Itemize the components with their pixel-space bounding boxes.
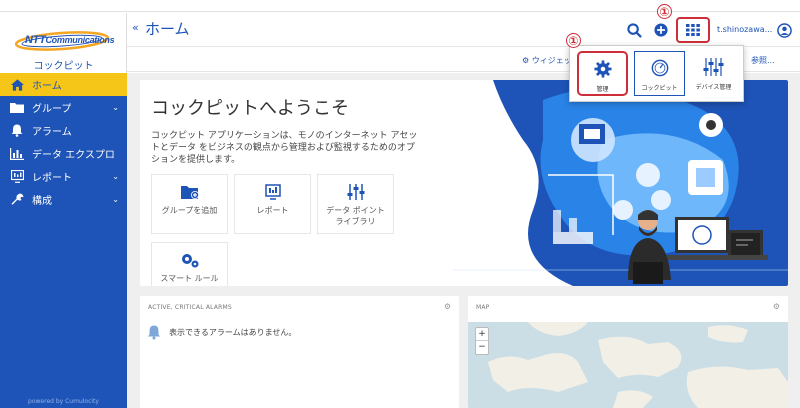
- zoom-in-button[interactable]: +: [476, 328, 488, 341]
- bell-icon: [148, 325, 160, 340]
- app-label: コックピット: [641, 85, 678, 92]
- chevron-down-icon: ⌄: [112, 172, 119, 181]
- add-widget-link[interactable]: ⚙ ウィジェッ: [522, 55, 572, 66]
- step-marker-apps: ①: [657, 4, 672, 19]
- app-switcher-dropdown: 管理 コックピット デバイス管理: [569, 45, 744, 102]
- report-tile[interactable]: レポート: [234, 174, 311, 234]
- folder-icon: [10, 101, 24, 115]
- sidebar-item-1[interactable]: グループ ⌄: [0, 96, 127, 119]
- app-cockpit[interactable]: コックピット: [634, 51, 685, 96]
- add-group-tile[interactable]: グループを追加: [151, 174, 228, 234]
- home-icon: [10, 78, 24, 92]
- app-label: デバイス管理: [695, 84, 732, 91]
- wrench-icon: [10, 193, 24, 207]
- tile-label: レポート: [256, 206, 289, 215]
- app-switcher-button[interactable]: [676, 17, 710, 43]
- gears-icon: [181, 254, 198, 268]
- tile-label: グループを追加: [161, 206, 218, 215]
- sliders-icon: [347, 184, 364, 200]
- search-icon: [626, 22, 642, 38]
- sidebar-item-2[interactable]: アラーム: [0, 119, 127, 142]
- reference-link[interactable]: 参照...: [751, 55, 775, 66]
- user-menu-button[interactable]: [775, 19, 793, 41]
- sidebar-item-label: ホーム: [32, 81, 62, 92]
- report-icon: [10, 170, 24, 184]
- bell-icon: [10, 124, 24, 138]
- sidebar-item-label: データ エクスプロ...: [32, 150, 114, 161]
- sidebar-item-label: 構成: [32, 196, 52, 207]
- top-header: « ホーム t.shinozawa... ①: [127, 4, 800, 47]
- plus-circle-icon: [654, 23, 668, 37]
- welcome-title: コックピットへようこそ: [151, 98, 349, 119]
- tile-label: データ ポイント ライブラリ: [326, 206, 385, 226]
- search-button[interactable]: [624, 19, 644, 41]
- folder-add-icon: [180, 186, 199, 199]
- logo-text: NTTCommunications: [25, 34, 115, 46]
- app-label: 管理: [596, 86, 609, 93]
- welcome-description: コックピット アプリケーションは、モノのインターネット アセットとデータ をビジ…: [151, 131, 418, 165]
- map-widget: MAP ⚙ + −: [468, 296, 788, 408]
- report-icon: [264, 184, 281, 200]
- alarms-widget: ACTIVE, CRITICAL ALARMS ⚙ 表示できるアラームはありませ…: [140, 296, 459, 408]
- sidebar-item-label: グループ: [32, 104, 72, 115]
- page-title: ホーム: [145, 20, 190, 38]
- alarms-empty-text: 表示できるアラームはありません。: [169, 328, 297, 337]
- app-device-management[interactable]: デバイス管理: [688, 51, 739, 96]
- sidebar-item-0[interactable]: ホーム: [0, 73, 127, 96]
- brand-area: NTTCommunications コックピット: [0, 13, 127, 73]
- sidebar: NTTCommunications コックピット ホームグループ ⌄ アラームデータ…: [0, 13, 127, 408]
- chevron-down-icon: ⌄: [112, 103, 119, 112]
- add-button[interactable]: [652, 19, 670, 41]
- bar-chart-icon: [10, 147, 24, 161]
- welcome-card: コックピットへようこそ コックピット アプリケーションは、モノのインターネット …: [140, 80, 788, 286]
- step-marker-admin: ①: [566, 33, 581, 48]
- sidebar-nav: ホームグループ ⌄ アラームデータ エクスプロ... レポート ⌄ 構成 ⌄: [0, 73, 127, 211]
- smart-rule-tile[interactable]: スマート ルール: [151, 242, 228, 286]
- alarms-settings-gear-icon[interactable]: ⚙: [444, 302, 451, 311]
- browser-top-strip: [0, 0, 800, 12]
- grid-icon: [686, 24, 700, 36]
- sliders-icon: [703, 58, 723, 76]
- username-label[interactable]: t.shinozawa...: [717, 25, 772, 34]
- map-canvas[interactable]: [468, 322, 788, 408]
- powered-by: powered by Cumulocity: [28, 398, 99, 405]
- sidebar-item-label: レポート: [32, 173, 72, 184]
- sidebar-item-5[interactable]: 構成 ⌄: [0, 188, 127, 211]
- data-point-library-tile[interactable]: データ ポイント ライブラリ: [317, 174, 394, 234]
- gear-icon: [593, 60, 612, 78]
- map-zoom-control: + −: [475, 327, 489, 355]
- welcome-settings-gear-icon[interactable]: ⚙: [774, 93, 782, 103]
- zoom-out-button[interactable]: −: [476, 341, 488, 354]
- map-title: MAP: [476, 304, 490, 311]
- app-admin[interactable]: 管理: [577, 51, 628, 96]
- gauge-icon: [651, 59, 668, 77]
- sidebar-item-label: アラーム: [32, 127, 72, 138]
- collapse-sidebar-button[interactable]: «: [132, 21, 139, 34]
- sidebar-item-3[interactable]: データ エクスプロ...: [0, 142, 127, 165]
- iot-illustration: [453, 80, 788, 286]
- map-settings-gear-icon[interactable]: ⚙: [773, 302, 780, 311]
- app-name: コックピット: [33, 61, 94, 72]
- alarms-title: ACTIVE, CRITICAL ALARMS: [148, 304, 232, 311]
- main-content: コックピットへようこそ コックピット アプリケーションは、モノのインターネット …: [127, 73, 800, 408]
- sidebar-item-4[interactable]: レポート ⌄: [0, 165, 127, 188]
- chevron-down-icon: ⌄: [112, 195, 119, 204]
- tile-label: スマート ルール: [160, 274, 219, 283]
- user-circle-icon: [776, 22, 792, 38]
